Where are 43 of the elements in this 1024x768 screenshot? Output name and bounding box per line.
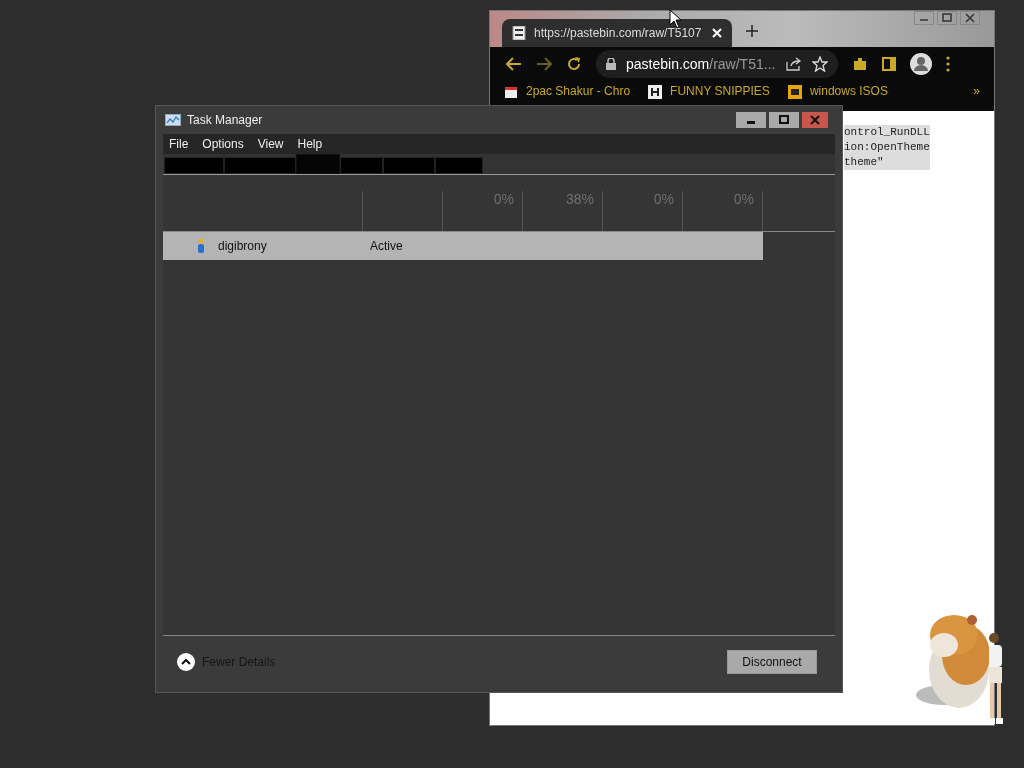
forward-icon[interactable] [536,57,552,71]
browser-tab[interactable]: https://pastebin.com/raw/T5107 [502,19,732,47]
usage-percent: 0% [733,191,754,207]
star-icon[interactable] [812,56,828,72]
usage-percent: 0% [493,191,514,207]
collapse-icon [177,652,195,671]
menu-icon[interactable] [946,56,950,72]
sidebar-icon[interactable] [882,57,896,71]
usage-percent: 0% [653,191,674,207]
code-line: ontrol_RunDLL [844,125,930,140]
overflow-button[interactable]: » [973,84,980,99]
minimize-icon[interactable] [736,112,766,128]
bookmark-icon [648,84,663,99]
menu-item[interactable]: Help [297,137,323,151]
bookmark-icon [787,84,802,99]
minimize-icon[interactable] [914,11,934,25]
menu-item[interactable]: Options [202,137,244,151]
document-icon [512,26,526,40]
code-line: ion:OpenTheme [844,140,930,155]
bookmark[interactable]: 2pac Shakur - Chro [504,84,631,99]
menu-item[interactable]: File [169,137,189,151]
address-bar[interactable]: pastebin.com/raw/T51... [596,50,838,78]
user-icon [196,238,206,254]
window-title: Task Manager [187,113,263,127]
chart-icon [165,114,181,126]
user-name: digibrony [218,239,267,253]
lock-icon [606,58,616,70]
reload-icon[interactable] [566,56,582,72]
usage-percent: 38% [565,191,594,207]
bookmark[interactable]: FUNNY SNIPPIES [648,84,770,99]
back-icon[interactable] [506,57,522,71]
share-icon[interactable] [786,57,802,71]
disconnect-button[interactable]: Disconnect [727,649,817,674]
user-row[interactable]: digibrony Active [163,232,763,260]
profile-icon[interactable] [910,53,932,75]
code-line: theme" [844,155,885,170]
url-text: pastebin.com/raw/T51... [626,56,776,72]
new-tab-icon[interactable] [746,25,758,37]
maximize-icon[interactable] [769,112,799,128]
menu-item[interactable]: View [257,137,284,151]
status-text: Active [370,239,403,253]
bookmark[interactable]: windows ISOS [787,84,888,99]
bookmark-icon [504,84,518,99]
